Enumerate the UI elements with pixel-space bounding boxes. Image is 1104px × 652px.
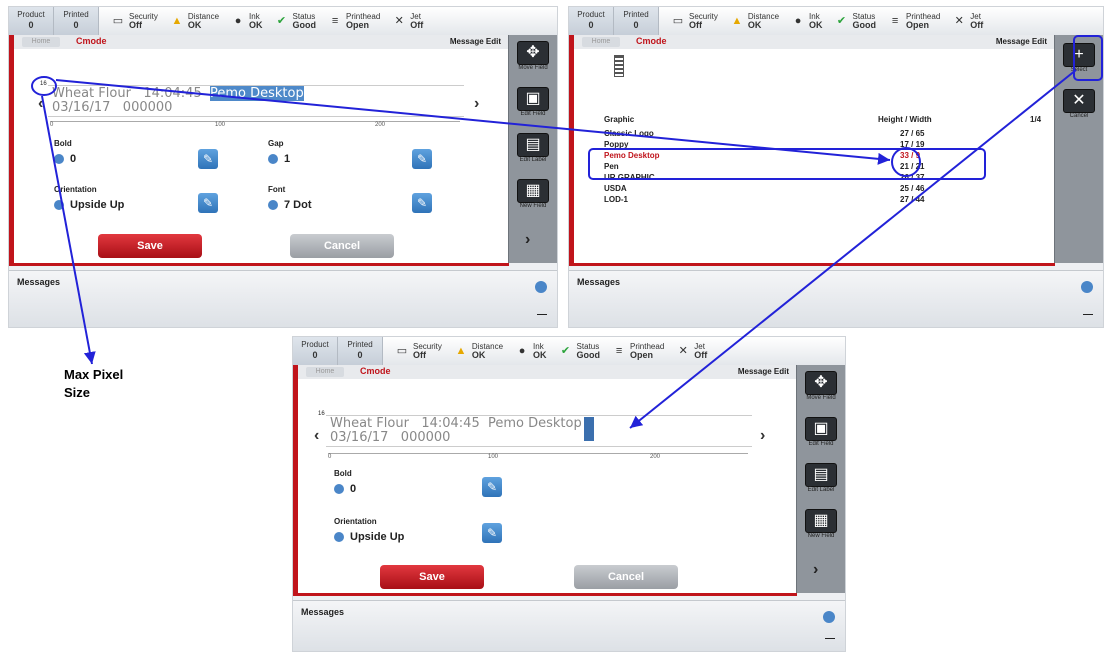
annotation-overlay: [31, 35, 1103, 429]
selected-row-highlight: [588, 148, 986, 180]
select-button-highlight: [1073, 35, 1103, 81]
arrow-to-inserted-graphic: [629, 69, 1077, 429]
pixel-size-circle: [31, 76, 57, 96]
arrow-to-annotation: [41, 95, 96, 365]
height-value-circle: [891, 147, 921, 177]
arrow-to-height: [55, 79, 891, 165]
